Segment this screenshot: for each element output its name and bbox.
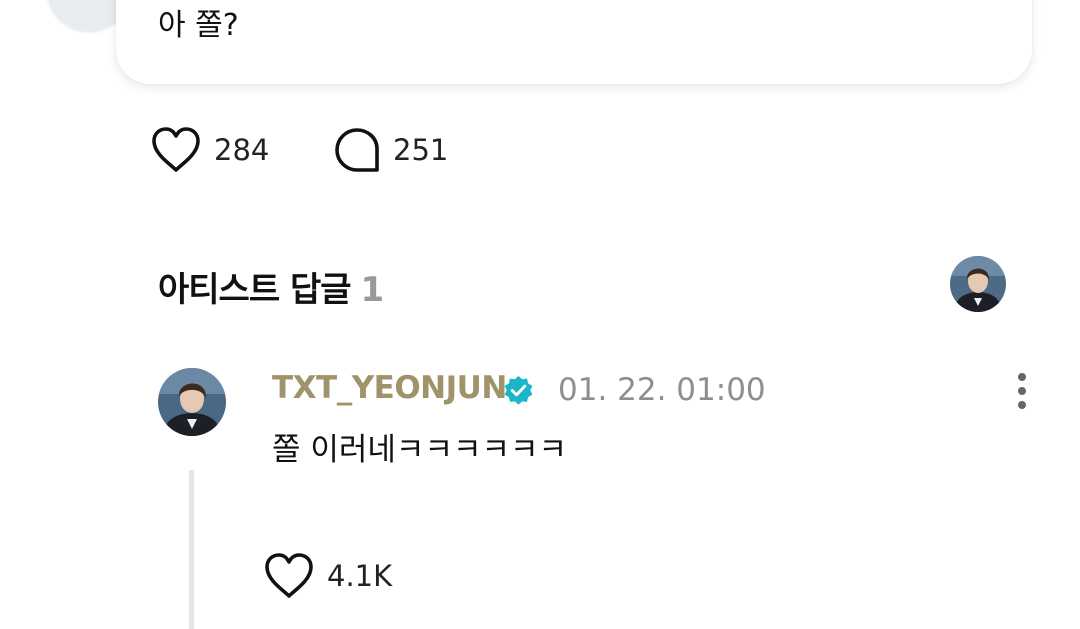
post-card	[116, 0, 1032, 84]
post-comment-count: 251	[393, 133, 449, 167]
reply-like-button[interactable]: 4.1K	[263, 552, 392, 600]
post-like-count: 284	[214, 133, 270, 167]
reply-author-name[interactable]: TXT_YEONJUN	[272, 370, 507, 406]
reply-author-avatar[interactable]	[158, 368, 226, 436]
artist-replies-count: 1	[360, 270, 385, 310]
more-vertical-icon[interactable]	[1010, 372, 1034, 410]
post-text: 아 쫄?	[158, 8, 239, 43]
verified-badge-icon	[504, 375, 533, 405]
artist-avatar-small[interactable]	[950, 256, 1006, 312]
artist-replies-heading: 아티스트 답글 1	[158, 262, 385, 311]
post-like-button[interactable]: 284	[150, 126, 269, 174]
chat-bubble-icon	[335, 128, 379, 172]
reply-text: 쫄 이러네ㅋㅋㅋㅋㅋㅋ	[272, 432, 568, 468]
artist-replies-title: 아티스트 답글	[158, 270, 352, 310]
reply-like-count: 4.1K	[327, 559, 393, 593]
heart-outline-icon	[265, 553, 313, 598]
reply-timestamp: 01. 22. 01:00	[558, 372, 766, 408]
post-comment-button[interactable]: 251	[333, 126, 448, 174]
heart-outline-icon	[152, 127, 200, 172]
thread-line	[189, 470, 194, 629]
